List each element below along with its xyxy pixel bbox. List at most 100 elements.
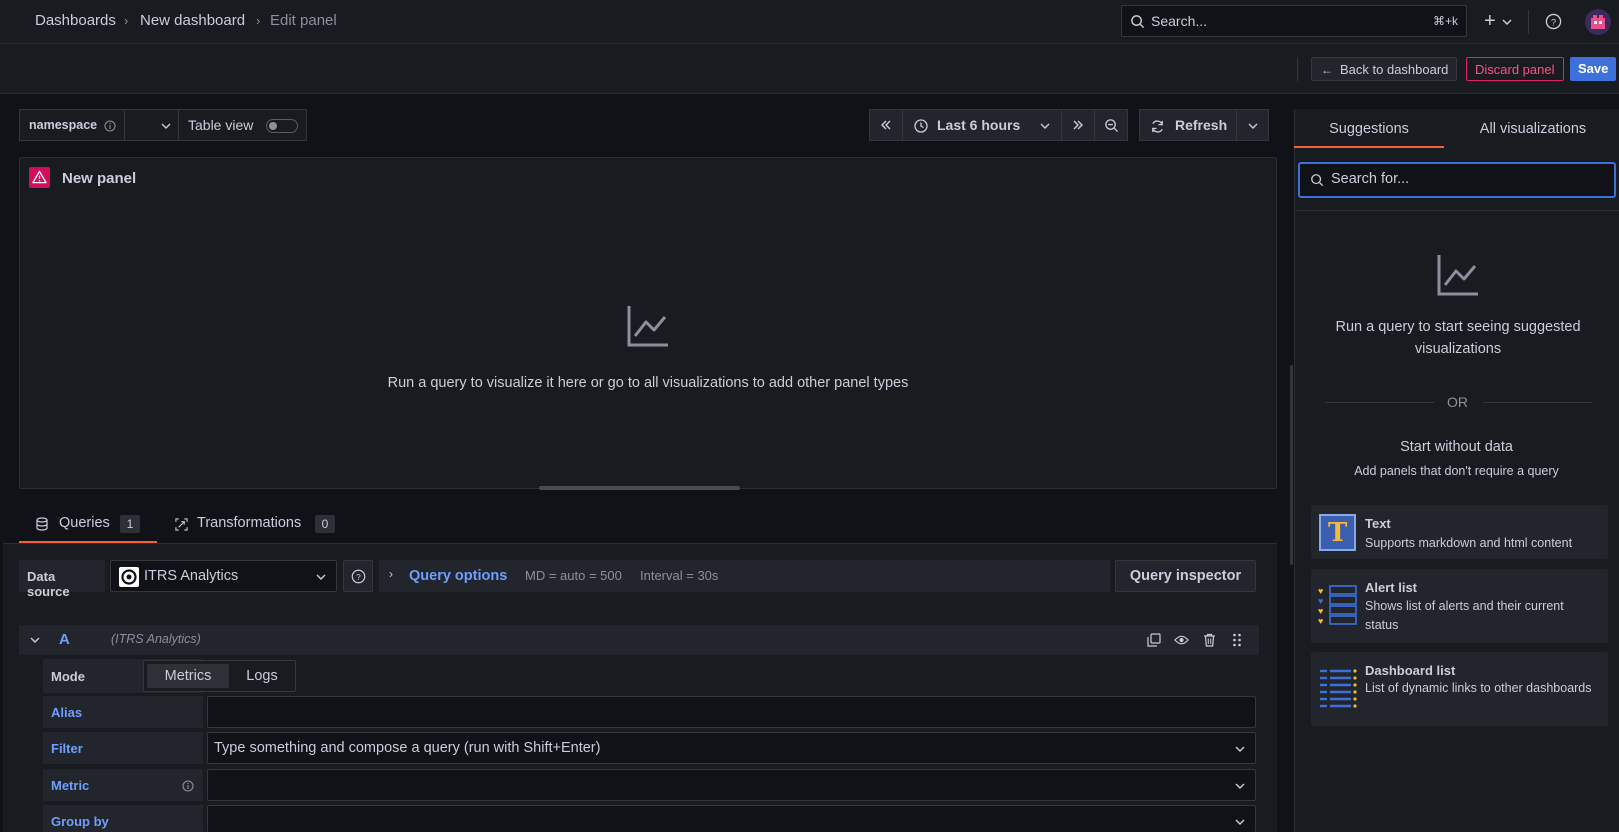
drag-handle-icon[interactable] [1232, 633, 1242, 648]
alias-input[interactable] [207, 696, 1256, 728]
refresh-label: Refresh [1175, 117, 1228, 133]
queries-count-badge: 1 [120, 515, 140, 533]
viz-card-description: Shows list of alerts and their current s… [1365, 599, 1564, 632]
query-ref-id[interactable]: A [59, 631, 70, 648]
query-inspector-button[interactable]: Query inspector [1115, 560, 1256, 592]
table-view-label: Table view [188, 117, 254, 133]
back-label: Back to dashboard [1340, 62, 1449, 77]
suggestions-message: Run a query to start seeing suggested vi… [1335, 319, 1581, 357]
divider [1297, 57, 1298, 81]
add-menu-button[interactable]: + [1480, 10, 1516, 34]
tab-suggestions[interactable]: Suggestions [1294, 109, 1444, 148]
viz-card-dashboard-list[interactable]: Dashboard list List of dynamic links to … [1311, 652, 1608, 726]
edit-panel-toolbar: ← Back to dashboard Discard panel Save [0, 44, 1619, 94]
chevron-down-icon [1235, 819, 1245, 825]
start-without-data-title: Start without data [1400, 439, 1513, 455]
svg-text:?: ? [1551, 17, 1556, 28]
mode-logs-option[interactable]: Logs [232, 664, 292, 688]
viz-card-alert-list[interactable]: ♥ ♥ ♥ ♥ Alert list Shows list of alerts … [1311, 569, 1608, 643]
tab-transformations-label: Transformations [197, 515, 302, 531]
tab-queries[interactable]: Queries 1 [19, 509, 157, 543]
mode-metrics-option[interactable]: Metrics [147, 664, 229, 688]
toggle-knob [269, 122, 277, 130]
panel-title[interactable]: New panel [62, 170, 136, 187]
group-by-select[interactable] [207, 805, 1256, 832]
chevron-right-icon: › [256, 13, 261, 28]
search-placeholder: Search... [1151, 13, 1208, 29]
tab-queries-label: Queries [59, 515, 110, 531]
divider [1528, 10, 1529, 34]
chevron-down-icon[interactable] [30, 636, 40, 644]
time-shift-back-button[interactable] [869, 109, 903, 141]
chevron-down-icon[interactable] [161, 122, 171, 130]
visualization-search-input[interactable]: Search for... [1298, 162, 1616, 198]
table-view-toggle[interactable]: Table view [178, 109, 307, 141]
time-range-picker[interactable]: Last 6 hours [902, 109, 1062, 141]
database-icon [36, 517, 48, 531]
group-by-label: Group by [43, 805, 203, 832]
time-shift-forward-button[interactable] [1061, 109, 1095, 141]
refresh-interval-button[interactable] [1236, 109, 1269, 141]
clock-icon [914, 119, 928, 133]
arrow-left-icon: ← [1321, 63, 1333, 77]
datasource-value: ITRS Analytics [144, 568, 239, 584]
chevron-right-icon: › [124, 13, 129, 28]
breadcrumb-edit-panel: Edit panel [270, 12, 337, 29]
double-chevron-right-icon [1073, 120, 1083, 130]
avatar-image [1591, 15, 1605, 29]
time-range-label: Last 6 hours [937, 117, 1021, 133]
panel-error-indicator[interactable] [29, 167, 50, 188]
viz-card-title: Text [1365, 516, 1391, 531]
start-without-data-subtitle: Add panels that don't require a query [1354, 464, 1559, 478]
chevron-down-icon [1235, 783, 1245, 789]
eye-icon[interactable] [1174, 634, 1189, 646]
query-options-bar[interactable]: › Query options MD = auto = 500 Interval… [379, 560, 1110, 592]
zoom-out-icon [1105, 119, 1119, 133]
viz-card-text[interactable]: T Text Supports markdown and html conten… [1311, 505, 1608, 559]
breadcrumb-new-dashboard[interactable]: New dashboard [140, 12, 245, 29]
or-separator: OR [1447, 394, 1468, 410]
tab-transformations[interactable]: Transformations 0 [170, 509, 345, 543]
search-icon [1131, 15, 1145, 29]
resize-handle[interactable] [539, 486, 740, 490]
refresh-button[interactable]: Refresh [1139, 109, 1244, 141]
help-icon[interactable]: ? [1545, 13, 1562, 30]
toggle-switch[interactable] [266, 119, 298, 133]
duplicate-icon[interactable] [1147, 633, 1161, 647]
dashboard-list-viz-icon [1320, 669, 1357, 708]
zoom-out-button[interactable] [1094, 109, 1128, 141]
search-icon [1311, 174, 1324, 187]
save-button[interactable]: Save [1570, 57, 1617, 81]
svg-text:♥: ♥ [1318, 586, 1323, 596]
divider [1294, 210, 1619, 211]
breadcrumb-dashboards[interactable]: Dashboards [35, 12, 116, 29]
search-shortcut: ⌘+k [1432, 14, 1458, 28]
discard-panel-button[interactable]: Discard panel [1466, 57, 1564, 81]
trash-icon[interactable] [1203, 633, 1216, 647]
itrs-logo-icon [119, 567, 139, 587]
chevron-right-icon: › [389, 567, 393, 581]
search-input[interactable]: Search... ⌘+k [1121, 5, 1467, 37]
max-data-points: MD = auto = 500 [525, 568, 622, 583]
divider [124, 110, 125, 140]
datasource-picker[interactable]: ITRS Analytics [110, 560, 337, 592]
graph-icon [1437, 255, 1478, 296]
tab-all-visualizations[interactable]: All visualizations [1454, 109, 1612, 148]
pane-splitter[interactable] [1290, 365, 1293, 565]
avatar[interactable] [1585, 9, 1611, 35]
transform-icon [175, 518, 188, 531]
query-row-header: A (ITRS Analytics) [19, 625, 1259, 655]
double-chevron-left-icon [881, 120, 891, 130]
filter-input[interactable]: Type something and compose a query (run … [207, 732, 1256, 764]
chevron-down-icon [1040, 123, 1050, 129]
datasource-help-button[interactable]: ? [343, 560, 373, 592]
divider [1325, 402, 1434, 403]
alias-label: Alias [43, 696, 203, 728]
viz-card-title: Alert list [1365, 580, 1418, 595]
metric-select[interactable] [207, 769, 1256, 801]
back-to-dashboard-button[interactable]: ← Back to dashboard [1311, 57, 1458, 81]
mode-radio-group: Metrics Logs [143, 660, 296, 692]
variable-label: namespace [29, 118, 98, 132]
text-viz-icon: T [1319, 514, 1356, 551]
namespace-variable[interactable]: namespace [19, 109, 180, 141]
